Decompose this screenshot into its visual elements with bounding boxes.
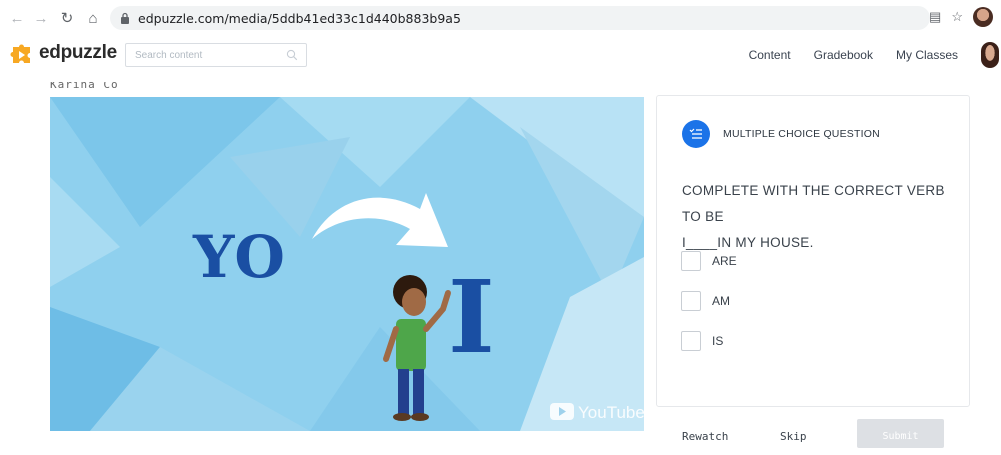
submit-button[interactable]: Submit [857,419,944,448]
browser-toolbar: ← → ↻ ⌂ edpuzzle.com/media/5ddb41ed33c1d… [0,0,1001,36]
nav-content[interactable]: Content [749,48,791,62]
option-checkbox[interactable] [681,331,701,351]
forward-arrow-icon[interactable]: → [30,7,52,29]
multiple-choice-icon [682,120,710,148]
option-label: ARE [712,254,737,268]
option-am[interactable]: AM [681,291,730,311]
lock-icon [121,12,129,24]
user-avatar[interactable] [981,42,999,68]
logo-text: edpuzzle [39,42,117,63]
bookmark-star-icon[interactable]: ☆ [951,9,963,25]
question-type-label: MULTIPLE CHOICE QUESTION [723,128,880,140]
video-frame: YO I YouTube [50,97,644,431]
option-label: IS [712,334,724,348]
option-checkbox[interactable] [681,291,701,311]
search-icon[interactable] [286,49,298,61]
app-header: edpuzzle Content Gradebook My Classes [0,36,1001,74]
translate-icon[interactable]: ▤ [929,9,941,25]
nav-my-classes[interactable]: My Classes [896,48,958,62]
youtube-watermark-text: YouTube [578,403,644,422]
question-text: COMPLETE WITH THE CORRECT VERB TO BE I__… [682,178,962,256]
question-text-line-1: COMPLETE WITH THE CORRECT VERB TO BE [682,183,945,224]
question-card: MULTIPLE CHOICE QUESTION COMPLETE WITH T… [656,95,970,407]
back-arrow-icon[interactable]: ← [6,7,28,29]
search-input[interactable] [135,49,285,61]
skip-button[interactable]: Skip [780,430,807,443]
video-owner-name: Karina Co [50,82,119,91]
rewatch-button[interactable]: Rewatch [682,430,728,443]
edpuzzle-logo[interactable]: edpuzzle [10,41,117,65]
puzzle-logo-icon [10,44,30,63]
nav-gradebook[interactable]: Gradebook [814,48,873,62]
video-word-i: I [448,258,495,376]
browser-profile-avatar[interactable] [973,7,993,27]
home-icon[interactable]: ⌂ [82,7,104,29]
top-navigation: Content Gradebook My Classes [749,36,1001,74]
search-box [125,43,307,67]
option-checkbox[interactable] [681,251,701,271]
youtube-watermark: YouTube [550,403,644,422]
option-label: AM [712,294,730,308]
video-player[interactable]: YO I YouTube [50,97,644,431]
address-bar[interactable]: edpuzzle.com/media/5ddb41ed33c1d440b883b… [110,6,930,30]
option-are[interactable]: ARE [681,251,737,271]
url-text: edpuzzle.com/media/5ddb41ed33c1d440b883b… [138,10,461,26]
reload-icon[interactable]: ↻ [56,7,78,29]
video-word-yo: YO [192,223,285,291]
option-is[interactable]: IS [681,331,723,351]
